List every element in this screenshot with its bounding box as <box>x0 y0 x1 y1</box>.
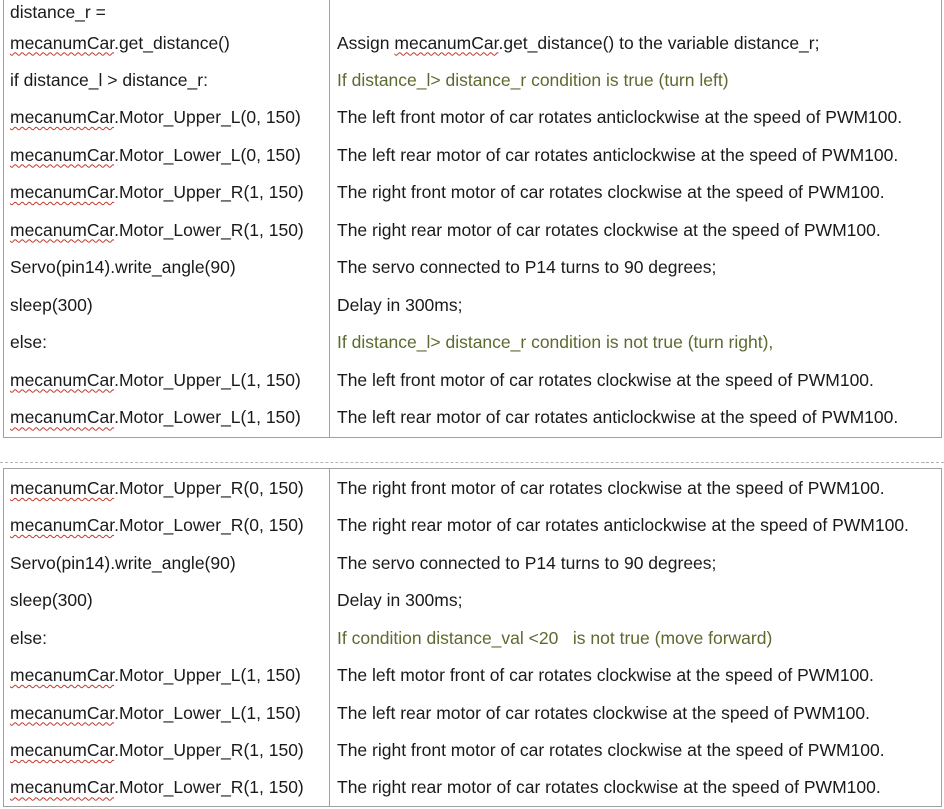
code-cell: mecanumCar.Motor_Lower_L(1, 150) <box>3 693 330 732</box>
code-cell: Servo(pin14).write_angle(90) <box>3 248 330 286</box>
spellcheck-word: mecanumCar <box>10 32 115 53</box>
spellcheck-word: mecanumCar <box>10 515 115 535</box>
code-cell: else: <box>3 618 330 657</box>
table-row: mecanumCar.Motor_Upper_R(0, 150) The rig… <box>3 468 942 507</box>
code-cell: mecanumCar.Motor_Upper_R(1, 150) <box>3 173 330 211</box>
table-row: Servo(pin14).write_angle(90) The servo c… <box>3 543 942 582</box>
table-row: sleep(300) Delay in 300ms; <box>3 286 942 323</box>
table-row: Servo(pin14).write_angle(90) The servo c… <box>3 248 942 286</box>
spellcheck-word: mecanumCar <box>10 477 115 498</box>
table-row: else: If distance_l> distance_r conditio… <box>3 323 942 361</box>
spellcheck-word: mecanumCar <box>10 702 115 723</box>
spellcheck-word: mecanumCar <box>10 407 115 428</box>
table-row: mecanumCar.Motor_Upper_R(1, 150) The rig… <box>3 173 942 211</box>
spellcheck-word: mecanumCar <box>10 107 115 127</box>
table-row: mecanumCar.Motor_Lower_R(1, 150) The rig… <box>3 768 942 807</box>
code-cell: sleep(300) <box>3 286 330 323</box>
description-cell: The right rear motor of car rotates anti… <box>329 506 942 544</box>
code-cell: Servo(pin14).write_angle(90) <box>3 543 330 582</box>
code-cell: distance_r = <box>3 0 330 24</box>
code-cell: else: <box>3 323 330 361</box>
page-break-line <box>0 462 944 463</box>
table-row: mecanumCar.Motor_Upper_L(1, 150) The lef… <box>3 361 942 398</box>
comment-cell: If distance_l> distance_r condition is n… <box>329 323 942 361</box>
description-cell: The right front motor of car rotates clo… <box>329 173 942 211</box>
description-cell: The left front motor of car rotates anti… <box>329 98 942 136</box>
description-cell: Delay in 300ms; <box>329 286 942 323</box>
code-cell: if distance_l > distance_r: <box>3 61 330 98</box>
table-row: mecanumCar.Motor_Lower_L(1, 150) The lef… <box>3 398 942 438</box>
description-cell: Delay in 300ms; <box>329 581 942 619</box>
description-cell: The right rear motor of car rotates cloc… <box>329 211 942 248</box>
description-cell: The left front motor of car rotates cloc… <box>329 361 942 398</box>
description-cell: The right front motor of car rotates clo… <box>329 468 942 507</box>
code-cell: mecanumCar.Motor_Lower_L(0, 150) <box>3 136 330 173</box>
code-cell: mecanumCar.get_distance() <box>3 24 330 61</box>
code-cell: mecanumCar.Motor_Lower_L(1, 150) <box>3 398 330 438</box>
code-cell: mecanumCar.Motor_Upper_R(0, 150) <box>3 468 330 507</box>
code-cell: mecanumCar.Motor_Upper_L(0, 150) <box>3 98 330 136</box>
code-cell: mecanumCar.Motor_Upper_L(1, 150) <box>3 656 330 694</box>
description-cell: The servo connected to P14 turns to 90 d… <box>329 543 942 582</box>
spellcheck-word: mecanumCar <box>10 369 115 390</box>
spellcheck-word: mecanumCar <box>10 665 115 685</box>
document-page: distance_r = mecanumCar.get_distance() A… <box>0 0 944 809</box>
table-row: mecanumCar.Motor_Upper_L(1, 150) The lef… <box>3 656 942 694</box>
page-break-marker: ... <box>922 455 934 466</box>
code-cell: mecanumCar.Motor_Upper_L(1, 150) <box>3 361 330 398</box>
description-cell: Assign mecanumCar.get_distance() to the … <box>329 24 942 61</box>
table-row: distance_r = <box>3 0 942 24</box>
spellcheck-word: mecanumCar <box>10 182 115 202</box>
table-row: else: If condition distance_val <20 is n… <box>3 618 942 657</box>
table-row: if distance_l > distance_r: If distance_… <box>3 61 942 98</box>
table-row: mecanumCar.get_distance() Assign mecanum… <box>3 24 942 61</box>
table-row: sleep(300) Delay in 300ms; <box>3 581 942 619</box>
description-cell <box>329 0 942 24</box>
table-row: mecanumCar.Motor_Upper_L(0, 150) The lef… <box>3 98 942 136</box>
code-explanation-table-1: distance_r = mecanumCar.get_distance() A… <box>3 0 942 438</box>
table-row: mecanumCar.Motor_Lower_R(1, 150) The rig… <box>3 211 942 248</box>
code-cell: sleep(300) <box>3 581 330 619</box>
code-cell: mecanumCar.Motor_Lower_R(1, 150) <box>3 211 330 248</box>
description-cell: The servo connected to P14 turns to 90 d… <box>329 248 942 286</box>
comment-cell: If distance_l> distance_r condition is t… <box>329 61 942 98</box>
code-cell: mecanumCar.Motor_Upper_R(1, 150) <box>3 731 330 769</box>
spellcheck-word: mecanumCar <box>10 144 115 165</box>
code-explanation-table-2: mecanumCar.Motor_Upper_R(0, 150) The rig… <box>3 468 942 807</box>
table-row: mecanumCar.Motor_Lower_L(0, 150) The lef… <box>3 136 942 173</box>
table-row: mecanumCar.Motor_Lower_R(0, 150) The rig… <box>3 506 942 544</box>
comment-cell: If condition distance_val <20 is not tru… <box>329 618 942 657</box>
table-row: mecanumCar.Motor_Lower_L(1, 150) The lef… <box>3 693 942 732</box>
table-row: mecanumCar.Motor_Upper_R(1, 150) The rig… <box>3 731 942 769</box>
description-cell: The right front motor of car rotates clo… <box>329 731 942 769</box>
spellcheck-word: mecanumCar <box>394 32 499 53</box>
description-cell: The left motor front of car rotates cloc… <box>329 656 942 694</box>
description-cell: The left rear motor of car rotates antic… <box>329 398 942 438</box>
code-cell: mecanumCar.Motor_Lower_R(1, 150) <box>3 768 330 807</box>
description-cell: The left rear motor of car rotates antic… <box>329 136 942 173</box>
code-cell: mecanumCar.Motor_Lower_R(0, 150) <box>3 506 330 544</box>
spellcheck-word: mecanumCar <box>10 740 115 760</box>
description-cell: The left rear motor of car rotates clock… <box>329 693 942 732</box>
spellcheck-word: mecanumCar <box>10 777 115 798</box>
description-cell: The right rear motor of car rotates cloc… <box>329 768 942 807</box>
spellcheck-word: mecanumCar <box>10 219 115 240</box>
